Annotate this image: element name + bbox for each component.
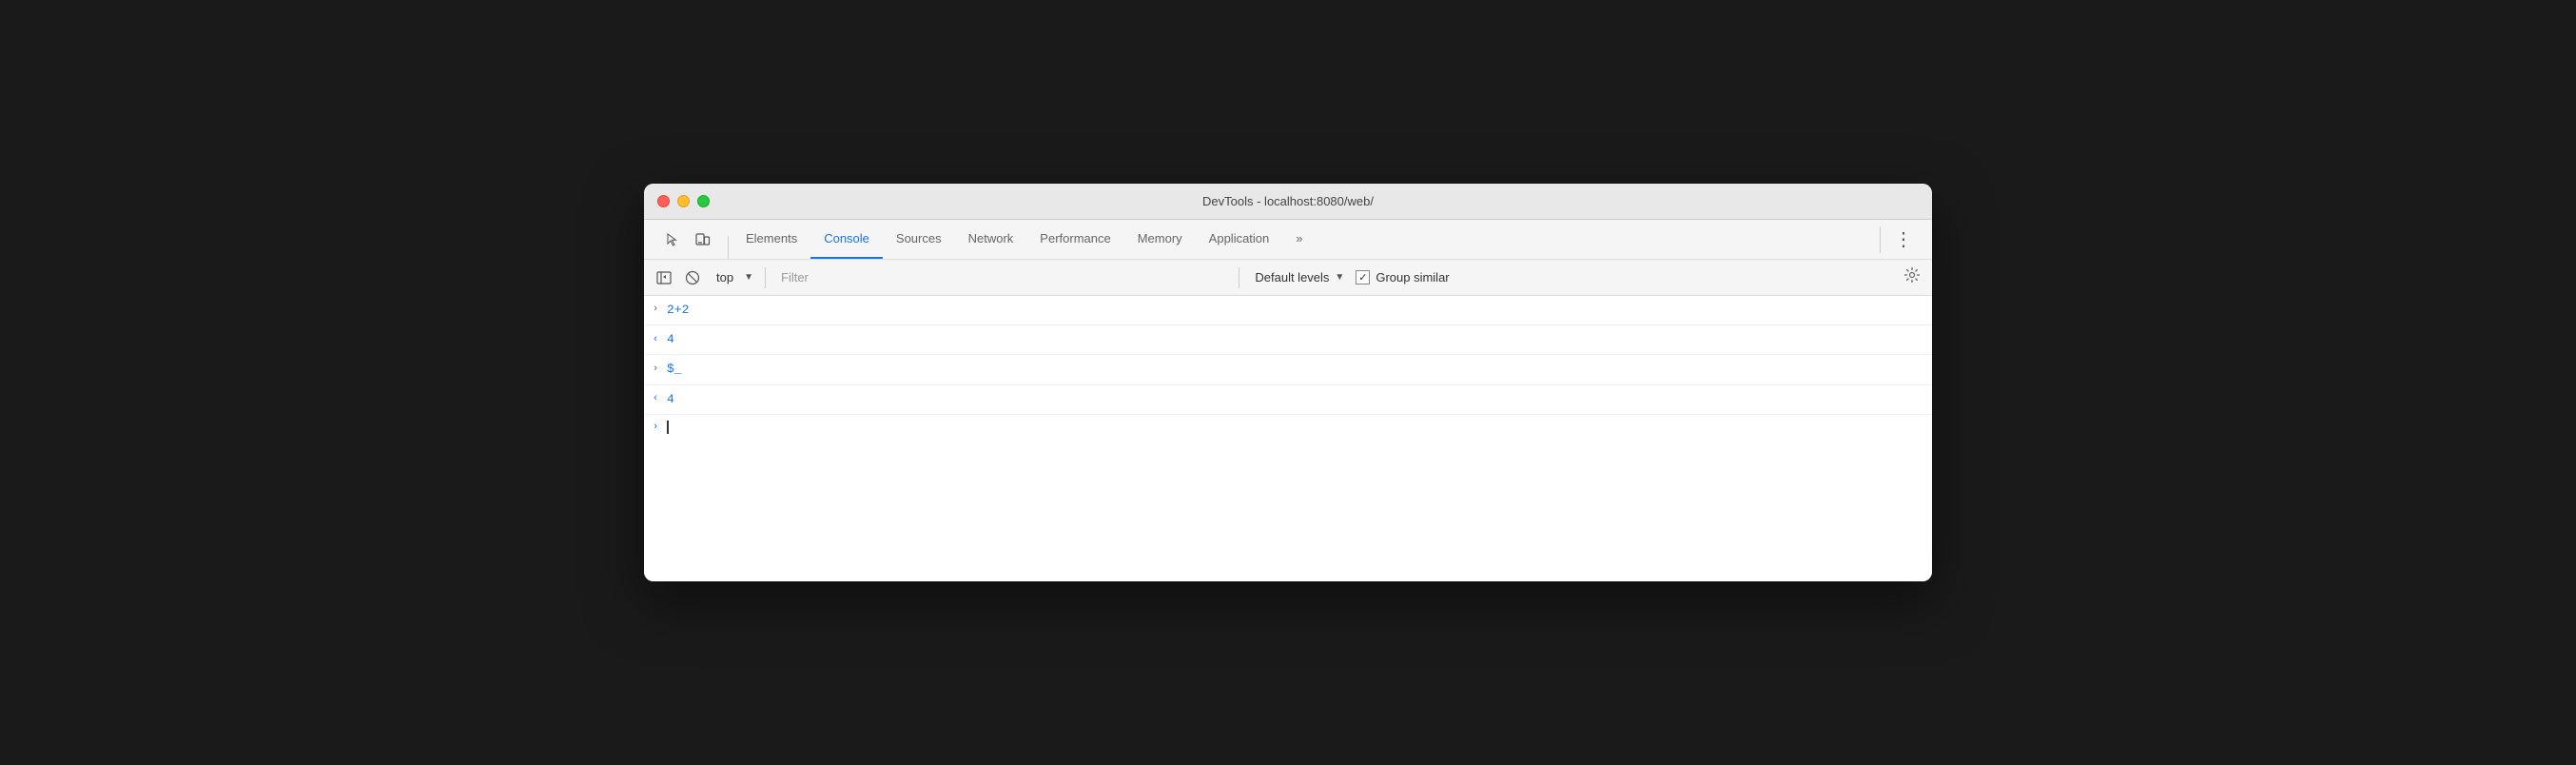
traffic-lights [657,195,710,207]
device-toolbar-button[interactable] [690,226,716,253]
tab-console[interactable]: Console [810,220,883,259]
tab-application[interactable]: Application [1196,220,1283,259]
console-input-row: › [644,415,1932,440]
tab-bar-right: ⋮ [1872,224,1924,255]
cursor-icon [665,232,680,247]
sidebar-toggle-button[interactable] [652,265,676,290]
tab-bar: Elements Console Sources Network Perform… [644,220,1932,260]
more-tabs-button[interactable]: » [1282,220,1316,259]
tab-memory[interactable]: Memory [1124,220,1196,259]
clear-console-button[interactable] [680,265,705,290]
tab-elements[interactable]: Elements [732,220,810,259]
group-similar-control[interactable]: Group similar [1356,270,1449,284]
settings-button[interactable] [1900,263,1924,292]
input-prompt: › [644,422,667,433]
default-levels-label: Default levels [1255,270,1329,284]
console-result: 4 [667,331,674,348]
devtools-window: DevTools - localhost:8080/web/ Elem [644,184,1932,581]
tab-divider [728,236,729,259]
expand-arrow[interactable]: › [644,303,667,317]
filter-input[interactable] [773,266,1231,288]
console-expression: $_ [667,361,682,378]
maximize-button[interactable] [697,195,710,207]
right-divider [1880,226,1881,253]
minimize-button[interactable] [677,195,690,207]
more-options-button[interactable]: ⋮ [1888,224,1917,255]
console-row: › 2+2 [644,296,1932,325]
console-toolbar: top ▼ Default levels ▼ Group similar [644,260,1932,296]
levels-arrow-icon: ▼ [1335,272,1344,283]
context-selector[interactable]: top ▼ [709,266,757,288]
toolbar-separator-1 [765,267,766,288]
toolbar-icons [652,220,724,259]
arrow-left-icon: ‹ [653,333,659,347]
tab-network[interactable]: Network [955,220,1027,259]
console-content: › 2+2 ‹ 4 › $_ ‹ 4 › [644,296,1932,581]
return-arrow: ‹ [644,392,667,406]
gear-icon [1903,266,1921,284]
tab-sources[interactable]: Sources [883,220,955,259]
console-row: ‹ 4 [644,385,1932,415]
cursor [667,421,669,434]
device-icon [695,232,711,247]
tab-performance[interactable]: Performance [1026,220,1123,259]
default-levels-button[interactable]: Default levels ▼ [1247,266,1352,288]
console-row: ‹ 4 [644,325,1932,355]
sidebar-icon [656,270,672,285]
context-select-input[interactable]: top [709,266,757,288]
return-arrow: ‹ [644,333,667,347]
close-button[interactable] [657,195,670,207]
arrow-right-icon: › [653,363,659,377]
prompt-arrow-icon: › [653,422,659,433]
arrow-left-icon: ‹ [653,392,659,406]
console-row: › $_ [644,355,1932,384]
group-similar-checkbox[interactable] [1356,270,1370,284]
inspect-element-button[interactable] [659,226,686,253]
window-title: DevTools - localhost:8080/web/ [1202,194,1374,208]
title-bar: DevTools - localhost:8080/web/ [644,184,1932,220]
tabs-container: Elements Console Sources Network Perform… [732,220,1872,259]
expand-arrow[interactable]: › [644,363,667,377]
group-similar-label: Group similar [1376,270,1449,284]
console-expression: 2+2 [667,302,689,319]
console-result: 4 [667,391,674,408]
clear-icon [685,270,700,285]
arrow-right-icon: › [653,303,659,317]
